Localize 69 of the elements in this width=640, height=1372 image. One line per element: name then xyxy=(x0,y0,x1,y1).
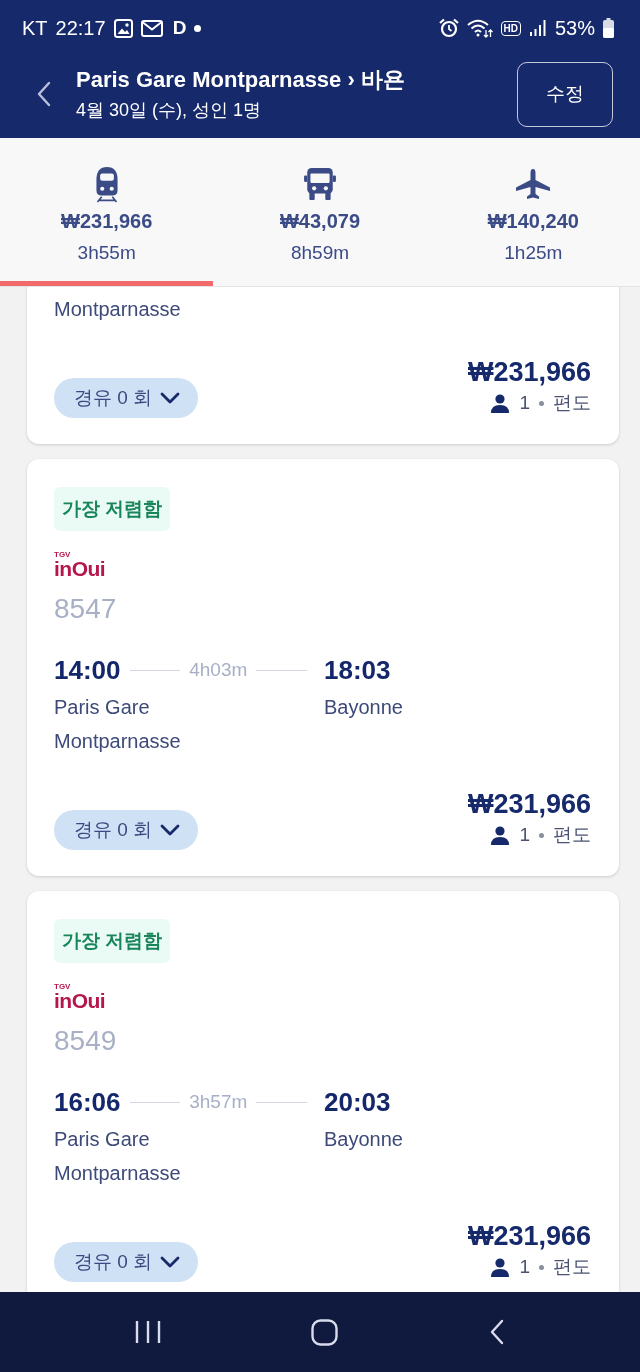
stops-button[interactable]: 경유 0 회 xyxy=(54,378,199,418)
separator-dot-icon xyxy=(539,1264,544,1270)
system-back-button[interactable] xyxy=(488,1319,505,1345)
trip-type: 편도 xyxy=(553,1255,591,1279)
trip-type: 편도 xyxy=(553,823,591,847)
arrival-station: Bayonne xyxy=(324,695,403,720)
separator-dot-icon xyxy=(539,400,544,406)
mode-tab[interactable]: ₩43,079 8h59m xyxy=(213,138,427,286)
recent-apps-icon xyxy=(135,1320,162,1344)
trip-summary: 4월 30일 (수), 성인 1명 xyxy=(76,99,263,122)
chevron-down-icon xyxy=(160,392,181,404)
person-icon xyxy=(490,1257,511,1277)
home-button[interactable] xyxy=(311,1318,339,1346)
clock-time: 22:17 xyxy=(55,16,106,40)
mode-tab[interactable]: ₩140,240 1h25m xyxy=(426,138,640,286)
passenger-count: 1 xyxy=(519,391,530,415)
result-card[interactable]: 가장 저렴함 TGV inOui 8547 14:00 4h03m 18:03 Paris Gare Montparnasse Bayonne 경유 0 회 ₩231,966 1 편도 xyxy=(27,459,619,876)
home-icon xyxy=(311,1318,339,1346)
chevron-down-icon xyxy=(160,1256,181,1268)
trip-type: 편도 xyxy=(553,391,591,415)
arrival-station: Bayonne xyxy=(324,1127,403,1152)
arrival-time: 18:03 xyxy=(324,654,392,687)
app-notification-letter: D xyxy=(172,17,187,39)
edit-button[interactable]: 수정 xyxy=(517,61,613,127)
operator-name: inOui xyxy=(54,559,106,579)
cheapest-badge: 가장 저렴함 xyxy=(54,919,171,963)
arrival-time: 20:03 xyxy=(324,1086,392,1119)
passenger-count: 1 xyxy=(519,823,530,847)
departure-station: Paris Gare Montparnasse xyxy=(54,695,182,754)
wifi-icon xyxy=(466,18,493,38)
person-icon xyxy=(490,393,511,413)
image-icon xyxy=(113,18,133,38)
result-card[interactable]: Montparnasse 경유 0 회 ₩231,966 1 편도 xyxy=(27,287,619,444)
trip-duration: 3h57m xyxy=(189,1090,248,1114)
train-number: 8547 xyxy=(54,592,117,626)
stops-button[interactable]: 경유 0 회 xyxy=(54,1242,199,1282)
separator-dot-icon xyxy=(539,832,544,838)
mail-icon xyxy=(140,19,163,37)
price: ₩231,966 xyxy=(467,356,591,388)
result-card[interactable]: 가장 저렴함 TGV inOui 8549 16:06 3h57m 20:03 Paris Gare Montparnasse Bayonne 경유 0 회 ₩231,966 1 편도 xyxy=(27,891,619,1292)
trip-duration: 4h03m xyxy=(189,658,248,682)
route-title: Paris Gare Montparnasse › 바욘 xyxy=(76,66,406,94)
operator-name: inOui xyxy=(54,991,106,1011)
price: ₩231,966 xyxy=(467,1220,591,1252)
cheapest-badge: 가장 저렴함 xyxy=(54,487,171,531)
hd-voice-badge: HD xyxy=(500,20,521,36)
departure-time: 16:06 xyxy=(54,1086,121,1119)
alarm-clock-icon xyxy=(438,18,459,38)
operator-tag: TGV xyxy=(54,983,71,991)
departure-station: Paris Gare Montparnasse xyxy=(54,1127,182,1186)
departure-station: Montparnasse xyxy=(54,297,181,322)
bus-icon xyxy=(304,167,336,201)
price: ₩231,966 xyxy=(467,788,591,820)
operator-tag: TGV xyxy=(54,551,71,559)
airplane-icon xyxy=(514,167,553,201)
recent-apps-button[interactable] xyxy=(135,1320,162,1344)
person-icon xyxy=(490,825,511,845)
carrier-name: KT xyxy=(22,16,48,40)
battery-icon xyxy=(603,18,614,38)
back-icon xyxy=(36,81,52,107)
chevron-down-icon xyxy=(160,824,181,836)
passenger-count: 1 xyxy=(519,1255,530,1279)
notification-dot-icon xyxy=(194,24,202,32)
departure-time: 14:00 xyxy=(54,654,121,687)
battery-percent: 53% xyxy=(554,16,595,40)
train-number: 8549 xyxy=(54,1024,117,1058)
back-icon xyxy=(488,1319,505,1345)
stops-button[interactable]: 경유 0 회 xyxy=(54,810,199,850)
signal-icon xyxy=(528,19,547,37)
